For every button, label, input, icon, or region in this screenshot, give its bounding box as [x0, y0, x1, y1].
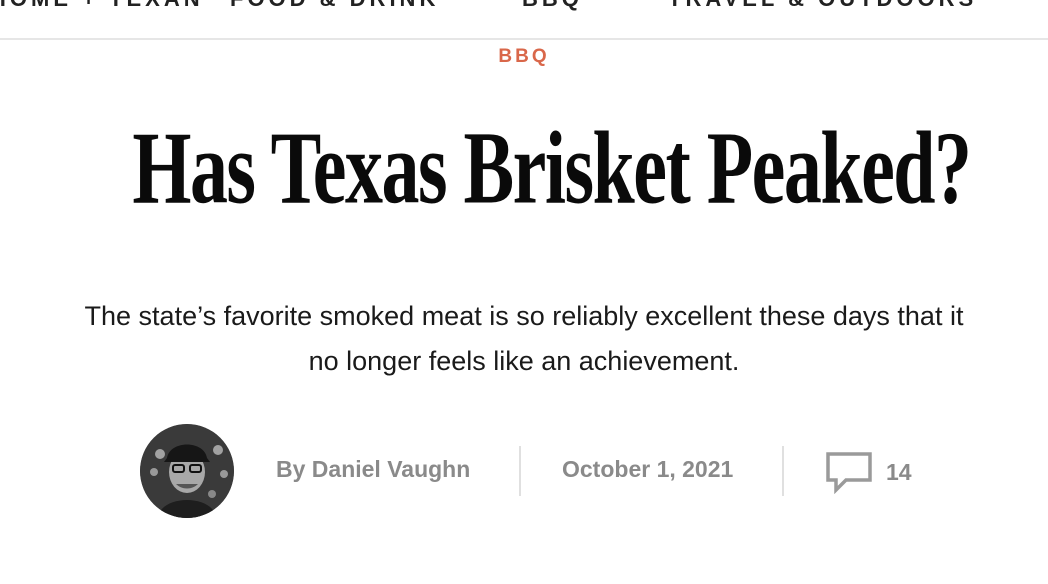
top-navigation: HOME + TEXAN FOOD & DRINK BBQ TRAVEL & O…: [0, 0, 1048, 40]
byline-row: By Daniel Vaughn October 1, 2021 14: [0, 424, 1048, 518]
article-headline: Has Texas Brisket Peaked?: [0, 98, 1048, 238]
nav-item-home-texan[interactable]: HOME + TEXAN: [0, 0, 204, 12]
comments-link[interactable]: 14: [824, 450, 912, 494]
nav-item-travel-outdoors[interactable]: TRAVEL & OUTDOORS: [668, 0, 977, 12]
speech-bubble-icon: [826, 452, 872, 494]
comment-count: 14: [886, 458, 912, 485]
category-link[interactable]: BBQ: [0, 46, 1048, 68]
author-avatar[interactable]: [140, 424, 234, 518]
author-byline[interactable]: By Daniel Vaughn: [276, 456, 470, 483]
nav-item-food-drink[interactable]: FOOD & DRINK: [230, 0, 439, 12]
headline-text: Has Texas Brisket Peaked?: [132, 109, 972, 226]
publish-date: October 1, 2021: [562, 456, 734, 482]
meta-divider: [519, 446, 521, 496]
nav-item-bbq[interactable]: BBQ: [522, 0, 583, 12]
meta-divider: [782, 446, 784, 496]
article-dek: The state’s favorite smoked meat is so r…: [84, 301, 964, 376]
author-photo-icon: [140, 424, 234, 518]
